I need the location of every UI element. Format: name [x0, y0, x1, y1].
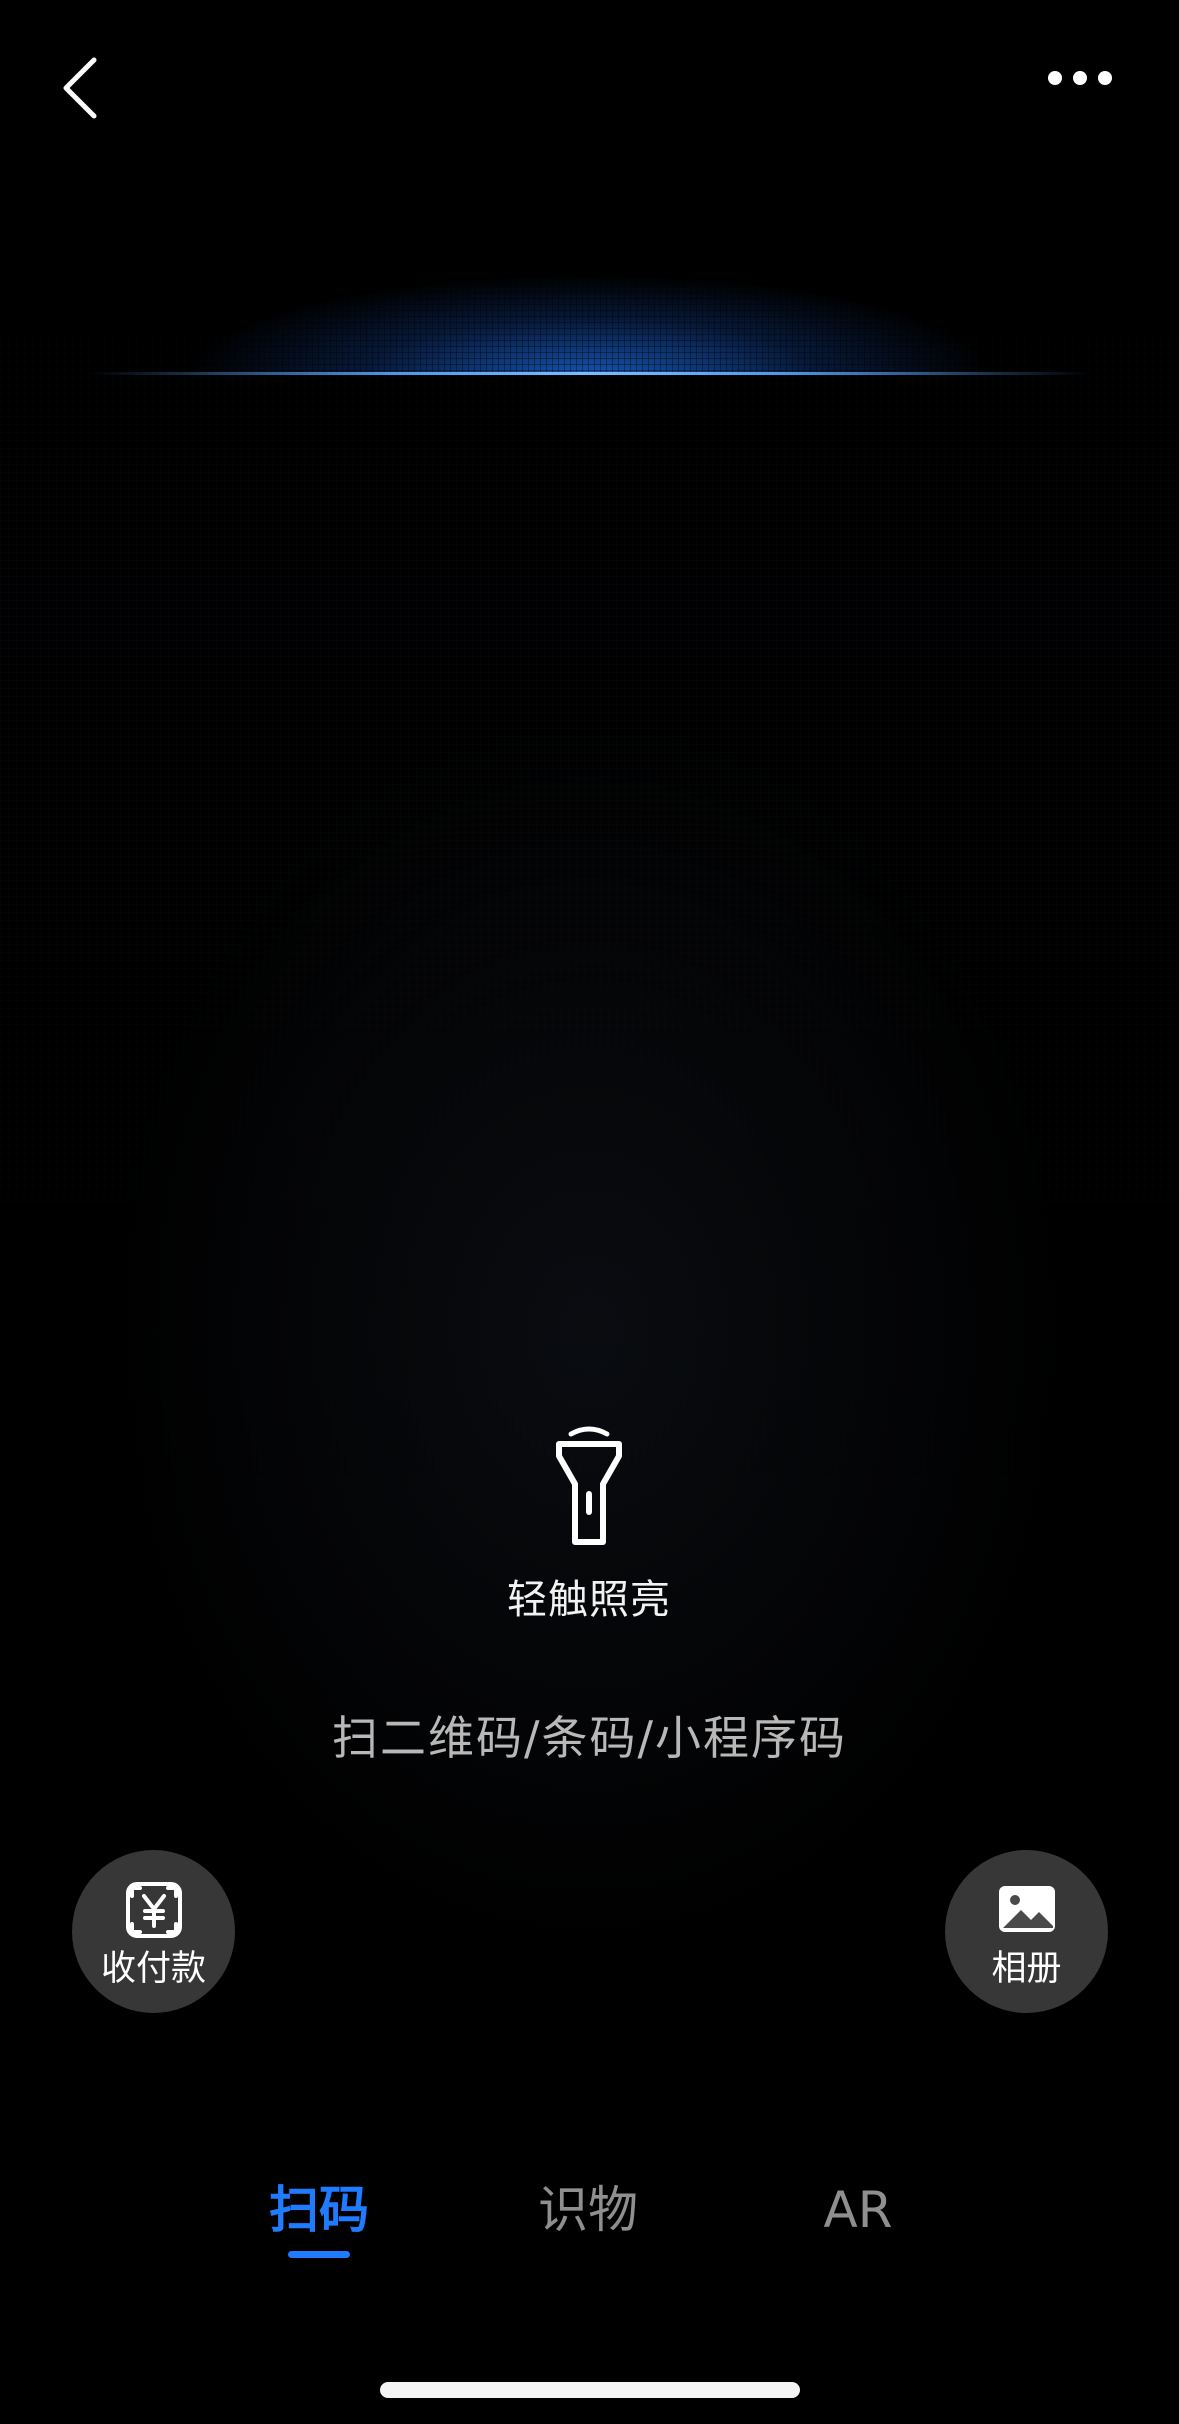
back-button[interactable]	[52, 52, 116, 124]
flashlight-icon	[556, 1426, 622, 1545]
tab-object-recognition[interactable]: 识物	[488, 2175, 688, 2245]
more-button[interactable]	[1040, 60, 1120, 96]
tab-ar[interactable]: AR	[758, 2175, 958, 2245]
scan-grid-overlay	[0, 0, 1179, 1500]
torch-label: 轻触照亮	[507, 1577, 671, 1623]
torch-toggle[interactable]: 轻触照亮	[489, 1420, 689, 1640]
chevron-left-icon	[63, 57, 97, 119]
image-icon	[998, 1886, 1055, 1932]
yuan-scan-icon	[125, 1882, 182, 1938]
album-label: 相册	[991, 1949, 1062, 1989]
tab-scan[interactable]: 扫码	[219, 2175, 419, 2245]
more-dots-icon	[1048, 71, 1112, 85]
mode-tabs: 扫码 识物 AR	[0, 2175, 1179, 2265]
active-tab-indicator	[288, 2251, 350, 2258]
scan-hint-text: 扫二维码/条码/小程序码	[332, 1711, 847, 1765]
pay-receive-label: 收付款	[100, 1949, 206, 1989]
pay-receive-button[interactable]: 收付款	[72, 1850, 235, 2013]
scan-line	[90, 250, 1090, 375]
home-indicator[interactable]	[380, 2382, 800, 2398]
album-button[interactable]: 相册	[945, 1850, 1108, 2013]
